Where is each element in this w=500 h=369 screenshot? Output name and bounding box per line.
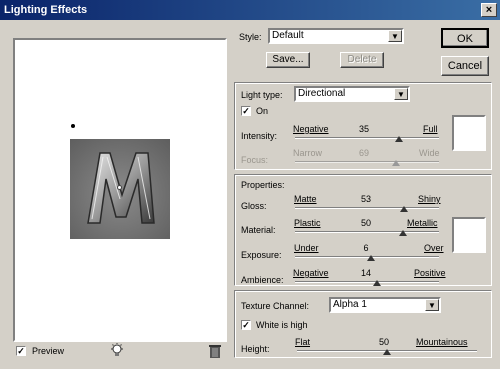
properties-title: Properties: (241, 180, 285, 190)
material-thumb[interactable] (399, 230, 407, 236)
material-min: Plastic (294, 218, 321, 228)
gloss-min: Matte (294, 194, 317, 204)
light-type-select[interactable]: Directional ▼ (294, 86, 410, 102)
white-is-high-label: White is high (256, 320, 308, 330)
exposure-label: Exposure: (241, 250, 282, 260)
white-is-high-checkbox[interactable]: ✓ (241, 320, 251, 330)
texture-channel-select[interactable]: Alpha 1 ▼ (329, 297, 441, 313)
light-type-label: Light type: (241, 90, 283, 100)
light-position-handle[interactable] (71, 124, 75, 128)
chevron-down-icon: ▼ (394, 88, 408, 100)
focus-min: Narrow (293, 148, 323, 158)
gloss-thumb[interactable] (400, 206, 409, 212)
texture-channel-value: Alpha 1 (333, 299, 367, 310)
material-value: 50 (360, 218, 371, 228)
gloss-value: 53 (360, 194, 371, 204)
texture-channel-label: Texture Channel: (241, 301, 310, 311)
height-thumb[interactable] (383, 349, 391, 355)
exposure-max: Over (424, 243, 444, 253)
intensity-label: Intensity: (241, 131, 278, 141)
light-on-label: On (256, 106, 269, 116)
material-max: Metallic (407, 218, 438, 228)
exposure-thumb[interactable] (367, 255, 376, 261)
chevron-down-icon: ▼ (388, 30, 402, 42)
intensity-min: Negative (293, 124, 329, 134)
focus-thumb[interactable] (391, 160, 400, 166)
style-select[interactable]: Default ▼ (268, 28, 404, 44)
save-style-button[interactable]: Save... (266, 52, 310, 68)
style-label: Style: (239, 32, 262, 42)
height-min: Flat (295, 337, 311, 347)
focus-track[interactable] (295, 161, 439, 163)
gloss-max: Shiny (418, 194, 441, 204)
light-on-checkbox[interactable]: ✓ (241, 106, 251, 116)
focus-max: Wide (419, 148, 440, 158)
cancel-button[interactable]: Cancel (441, 56, 489, 76)
intensity-value: 35 (358, 124, 369, 134)
ambience-min: Negative (293, 268, 329, 278)
preview-label: Preview (32, 346, 65, 356)
ambience-max: Positive (414, 268, 446, 278)
intensity-thumb[interactable] (394, 136, 403, 142)
height-max: Mountainous (416, 337, 468, 347)
ambience-thumb[interactable] (373, 280, 382, 286)
ambience-label: Ambience: (241, 275, 284, 285)
white-is-high-check-mark: ✓ (242, 320, 250, 330)
focus-label: Focus: (241, 155, 269, 165)
lightbulb-icon[interactable] (110, 343, 124, 359)
intensity-max: Full (423, 124, 438, 134)
height-label: Height: (241, 344, 270, 354)
ok-button[interactable]: OK (441, 28, 489, 48)
ambient-color-swatch[interactable] (452, 217, 486, 253)
light-center-handle[interactable] (117, 185, 122, 190)
material-label: Material: (241, 225, 276, 235)
trash-icon[interactable] (208, 343, 222, 359)
focus-value: 69 (358, 148, 369, 158)
close-icon[interactable]: × (481, 3, 497, 17)
preview-checkbox[interactable]: ✓ (16, 346, 26, 356)
ambience-value: 14 (360, 268, 371, 278)
light-type-value: Directional (298, 88, 346, 99)
title-bar: Lighting Effects × (0, 0, 500, 20)
height-value: 50 (378, 337, 389, 347)
delete-style-button[interactable]: Delete (340, 52, 384, 68)
window-title: Lighting Effects (4, 4, 88, 16)
gloss-track[interactable] (295, 207, 439, 209)
exposure-min: Under (294, 243, 319, 253)
chevron-down-icon: ▼ (425, 299, 439, 311)
preview-check-mark: ✓ (17, 346, 25, 356)
exposure-value: 6 (363, 243, 369, 253)
ambience-track[interactable] (295, 281, 439, 283)
light-on-check-mark: ✓ (242, 106, 250, 116)
style-select-value: Default (272, 30, 304, 41)
gloss-label: Gloss: (241, 201, 267, 211)
preview-canvas[interactable] (13, 38, 227, 342)
intensity-track[interactable] (295, 137, 439, 139)
light-color-swatch[interactable] (452, 115, 486, 151)
material-track[interactable] (295, 231, 439, 233)
